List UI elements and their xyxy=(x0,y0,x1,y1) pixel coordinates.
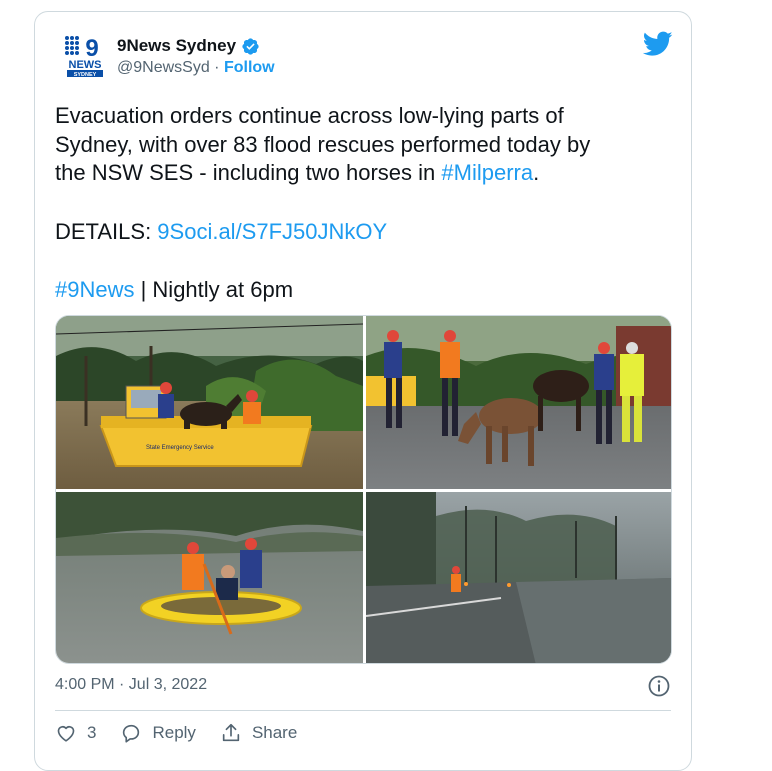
author-name-row: 9News Sydney xyxy=(117,34,260,58)
photo-raft-rescue[interactable] xyxy=(56,492,363,664)
tweet-line-text: the NSW SES - including two horses in xyxy=(55,160,442,185)
details-label: DETAILS: xyxy=(55,218,158,244)
author-handle-row: @9NewsSyd · Follow xyxy=(117,59,275,77)
tweet-timestamp[interactable]: 4:00 PM · Jul 3, 2022 xyxy=(55,676,207,694)
nine-news-logo[interactable]: 9 NEWS SYDNEY xyxy=(63,34,107,78)
photo-boat-rescue[interactable]: State Emergency Service xyxy=(56,316,364,489)
like-button[interactable]: 3 xyxy=(55,722,96,744)
tweet-line: Sydney, with over 83 flood rescues perfo… xyxy=(55,131,591,157)
tweet-card[interactable]: 9 NEWS SYDNEY 9News Sydney @9NewsSyd · F… xyxy=(34,11,692,771)
hashtag-9news[interactable]: #9News xyxy=(55,277,134,302)
twitter-bird-icon[interactable] xyxy=(643,31,673,57)
author-display-name[interactable]: 9News Sydney xyxy=(117,36,236,56)
tweet-text: Evacuation orders continue across low-ly… xyxy=(55,102,675,305)
logo-news-text: NEWS xyxy=(69,59,102,71)
tweet-line: the NSW SES - including two horses in #M… xyxy=(55,159,675,188)
tweet-header: 9 NEWS SYDNEY 9News Sydney @9NewsSyd · F… xyxy=(63,32,683,82)
action-divider xyxy=(55,710,671,711)
handle-separator: · xyxy=(214,59,220,76)
logo-city-text: SYDNEY xyxy=(74,72,97,78)
boat-text: State Emergency Service xyxy=(146,445,214,451)
like-count: 3 xyxy=(87,723,97,742)
reply-icon xyxy=(123,724,140,743)
heart-icon xyxy=(57,726,75,742)
share-label: Share xyxy=(251,723,298,742)
info-icon[interactable] xyxy=(647,674,671,698)
reply-label: Reply xyxy=(152,723,196,742)
share-icon xyxy=(222,723,240,742)
media-grid[interactable]: State Emergency Service xyxy=(55,315,672,664)
footer-text: | Nightly at 6pm xyxy=(134,277,294,302)
share-button[interactable]: Share xyxy=(220,722,297,744)
action-bar: 3 Reply Share xyxy=(55,722,321,744)
tweet-line: Evacuation orders continue across low-ly… xyxy=(55,103,564,128)
follow-button[interactable]: Follow xyxy=(224,59,275,76)
reply-button[interactable]: Reply xyxy=(120,722,196,744)
photo-flooded-road[interactable] xyxy=(365,492,672,664)
author-handle[interactable]: @9NewsSyd xyxy=(117,59,210,76)
logo-nine-text: 9 xyxy=(85,35,98,62)
photo-horses-road[interactable] xyxy=(366,316,672,489)
details-line: DETAILS: 9Soci.al/S7FJ50JNkOY xyxy=(55,218,675,247)
tweet-line-text: . xyxy=(533,160,540,185)
verified-badge-icon xyxy=(242,37,259,55)
hashtag-milperra[interactable]: #Milperra xyxy=(441,160,533,185)
details-link[interactable]: 9Soci.al/S7FJ50JNkOY xyxy=(157,219,387,244)
footer-line: #9News | Nightly at 6pm xyxy=(55,276,675,305)
